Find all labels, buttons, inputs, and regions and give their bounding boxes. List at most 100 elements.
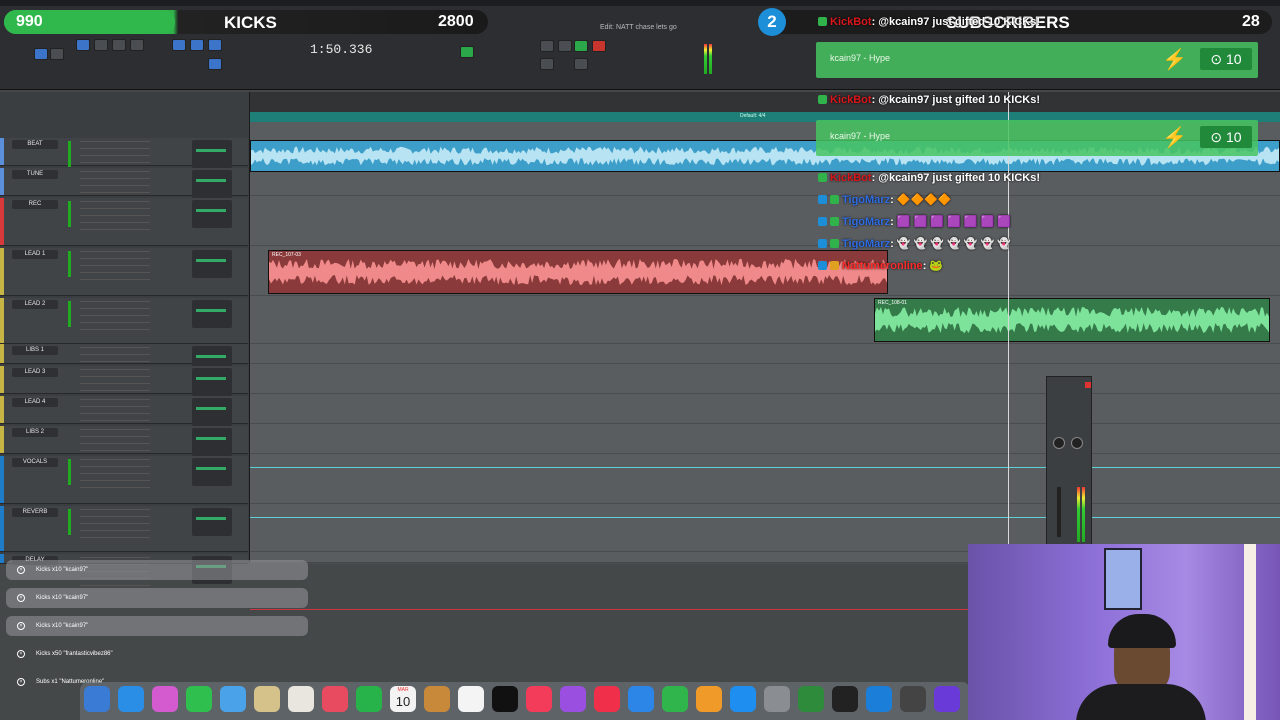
io-selector[interactable] <box>192 368 232 396</box>
track-name[interactable]: REC <box>12 200 58 209</box>
app-store-icon[interactable] <box>730 686 756 712</box>
track-lane[interactable] <box>250 426 1280 454</box>
music-icon[interactable] <box>526 686 552 712</box>
keynote-icon[interactable] <box>628 686 654 712</box>
grid-button[interactable] <box>208 58 222 70</box>
track-name[interactable]: TUNE <box>12 170 58 179</box>
track-name[interactable]: REVERB <box>12 508 58 517</box>
track-lane[interactable] <box>250 396 1280 424</box>
launchpad-icon[interactable] <box>152 686 178 712</box>
insert-slots[interactable] <box>80 459 150 489</box>
rewind-button[interactable] <box>540 40 554 52</box>
io-selector[interactable] <box>192 398 232 426</box>
lead2-region[interactable]: REC_108-01 <box>874 298 1270 342</box>
track-header-libs-2[interactable]: LIBS 2 <box>0 426 248 459</box>
close-icon[interactable]: × <box>17 622 25 630</box>
track-header-vocals[interactable]: VOCALS <box>0 456 248 504</box>
io-selector[interactable] <box>192 170 232 198</box>
pro-tools-icon[interactable] <box>798 686 824 712</box>
numbers-icon[interactable] <box>662 686 688 712</box>
ilok-icon[interactable] <box>832 686 858 712</box>
system-settings-icon[interactable] <box>764 686 790 712</box>
track-header-lead-2[interactable]: LEAD 2 <box>0 298 248 344</box>
reminders-icon[interactable] <box>458 686 484 712</box>
track-header-beat[interactable]: BEAT <box>0 138 248 171</box>
main-counter[interactable]: 1:50.336 <box>310 42 372 57</box>
vocals-mixer-strip[interactable] <box>1046 376 1092 546</box>
podcasts-icon[interactable] <box>560 686 586 712</box>
apple-tv-icon[interactable] <box>492 686 518 712</box>
messages-icon[interactable] <box>186 686 212 712</box>
insert-slots[interactable] <box>80 509 150 539</box>
io-selector[interactable] <box>192 250 232 278</box>
track-lane[interactable] <box>250 344 1280 364</box>
insert-slots[interactable] <box>80 201 150 231</box>
io-selector[interactable] <box>192 508 232 536</box>
track-header-lead-3[interactable]: LEAD 3 <box>0 366 248 399</box>
go-to-start-button[interactable] <box>540 58 554 70</box>
track-name[interactable]: LIBS 1 <box>12 346 58 355</box>
close-icon[interactable]: × <box>17 594 25 602</box>
safari-icon[interactable] <box>118 686 144 712</box>
finder-icon[interactable] <box>84 686 110 712</box>
track-name[interactable]: LEAD 4 <box>12 398 58 407</box>
io-selector[interactable] <box>192 428 232 456</box>
track-name[interactable]: LIBS 2 <box>12 428 58 437</box>
shuffle-mode-button[interactable] <box>34 48 48 60</box>
insert-slots[interactable] <box>80 429 150 459</box>
photo-booth-icon[interactable] <box>322 686 348 712</box>
forward-button[interactable] <box>574 58 588 70</box>
selector-tool-button[interactable] <box>112 39 126 51</box>
track-header-rec[interactable]: REC <box>0 198 248 246</box>
track-header-tune[interactable]: TUNE <box>0 168 248 201</box>
insert-slots[interactable] <box>80 399 150 429</box>
slip-mode-button[interactable] <box>50 48 64 60</box>
obs-icon[interactable] <box>934 686 960 712</box>
pan-knob-left[interactable] <box>1053 437 1065 449</box>
close-icon[interactable]: × <box>17 678 25 686</box>
midi-merge-button[interactable] <box>460 46 474 58</box>
pencil-tool-button[interactable] <box>190 39 204 51</box>
track-name[interactable]: LEAD 1 <box>12 250 58 259</box>
smart-tool-button[interactable] <box>172 39 186 51</box>
track-name[interactable]: LEAD 3 <box>12 368 58 377</box>
io-selector[interactable] <box>192 200 232 228</box>
pages-icon[interactable] <box>696 686 722 712</box>
io-selector[interactable] <box>192 458 232 486</box>
track-header-lead-1[interactable]: LEAD 1 <box>0 248 248 296</box>
track-name[interactable]: VOCALS <box>12 458 58 467</box>
insert-slots[interactable] <box>80 251 150 281</box>
app-icon-grey[interactable] <box>900 686 926 712</box>
io-selector[interactable] <box>192 300 232 328</box>
news-icon[interactable] <box>594 686 620 712</box>
app-icon-blue[interactable] <box>866 686 892 712</box>
play-button[interactable] <box>574 40 588 52</box>
facetime-icon[interactable] <box>356 686 382 712</box>
volume-fader[interactable] <box>1057 487 1061 537</box>
lead1-region[interactable]: REC_107-03 <box>268 250 888 294</box>
grabber-tool-button[interactable] <box>130 39 144 51</box>
zoom-tool-button[interactable] <box>76 39 90 51</box>
mail-icon[interactable] <box>220 686 246 712</box>
track-lane[interactable] <box>250 366 1280 394</box>
maps-icon[interactable] <box>254 686 280 712</box>
scrubber-tool-button[interactable] <box>208 39 222 51</box>
insert-slots[interactable] <box>80 301 150 331</box>
insert-slots[interactable] <box>80 369 150 399</box>
record-button[interactable] <box>592 40 606 52</box>
close-icon[interactable] <box>1085 382 1091 388</box>
photos-icon[interactable] <box>288 686 314 712</box>
insert-slots[interactable] <box>80 141 150 171</box>
io-selector[interactable] <box>192 140 232 168</box>
stop-button[interactable] <box>558 40 572 52</box>
close-icon[interactable]: × <box>17 650 25 658</box>
pan-knob-right[interactable] <box>1071 437 1083 449</box>
insert-slots[interactable] <box>80 171 150 201</box>
track-name[interactable]: BEAT <box>12 140 58 149</box>
track-header-reverb[interactable]: REVERB <box>0 506 248 552</box>
track-name[interactable]: LEAD 2 <box>12 300 58 309</box>
calendar-icon[interactable]: MAR 10 <box>390 686 416 712</box>
track-header-lead-4[interactable]: LEAD 4 <box>0 396 248 429</box>
contacts-icon[interactable] <box>424 686 450 712</box>
close-icon[interactable]: × <box>17 566 25 574</box>
